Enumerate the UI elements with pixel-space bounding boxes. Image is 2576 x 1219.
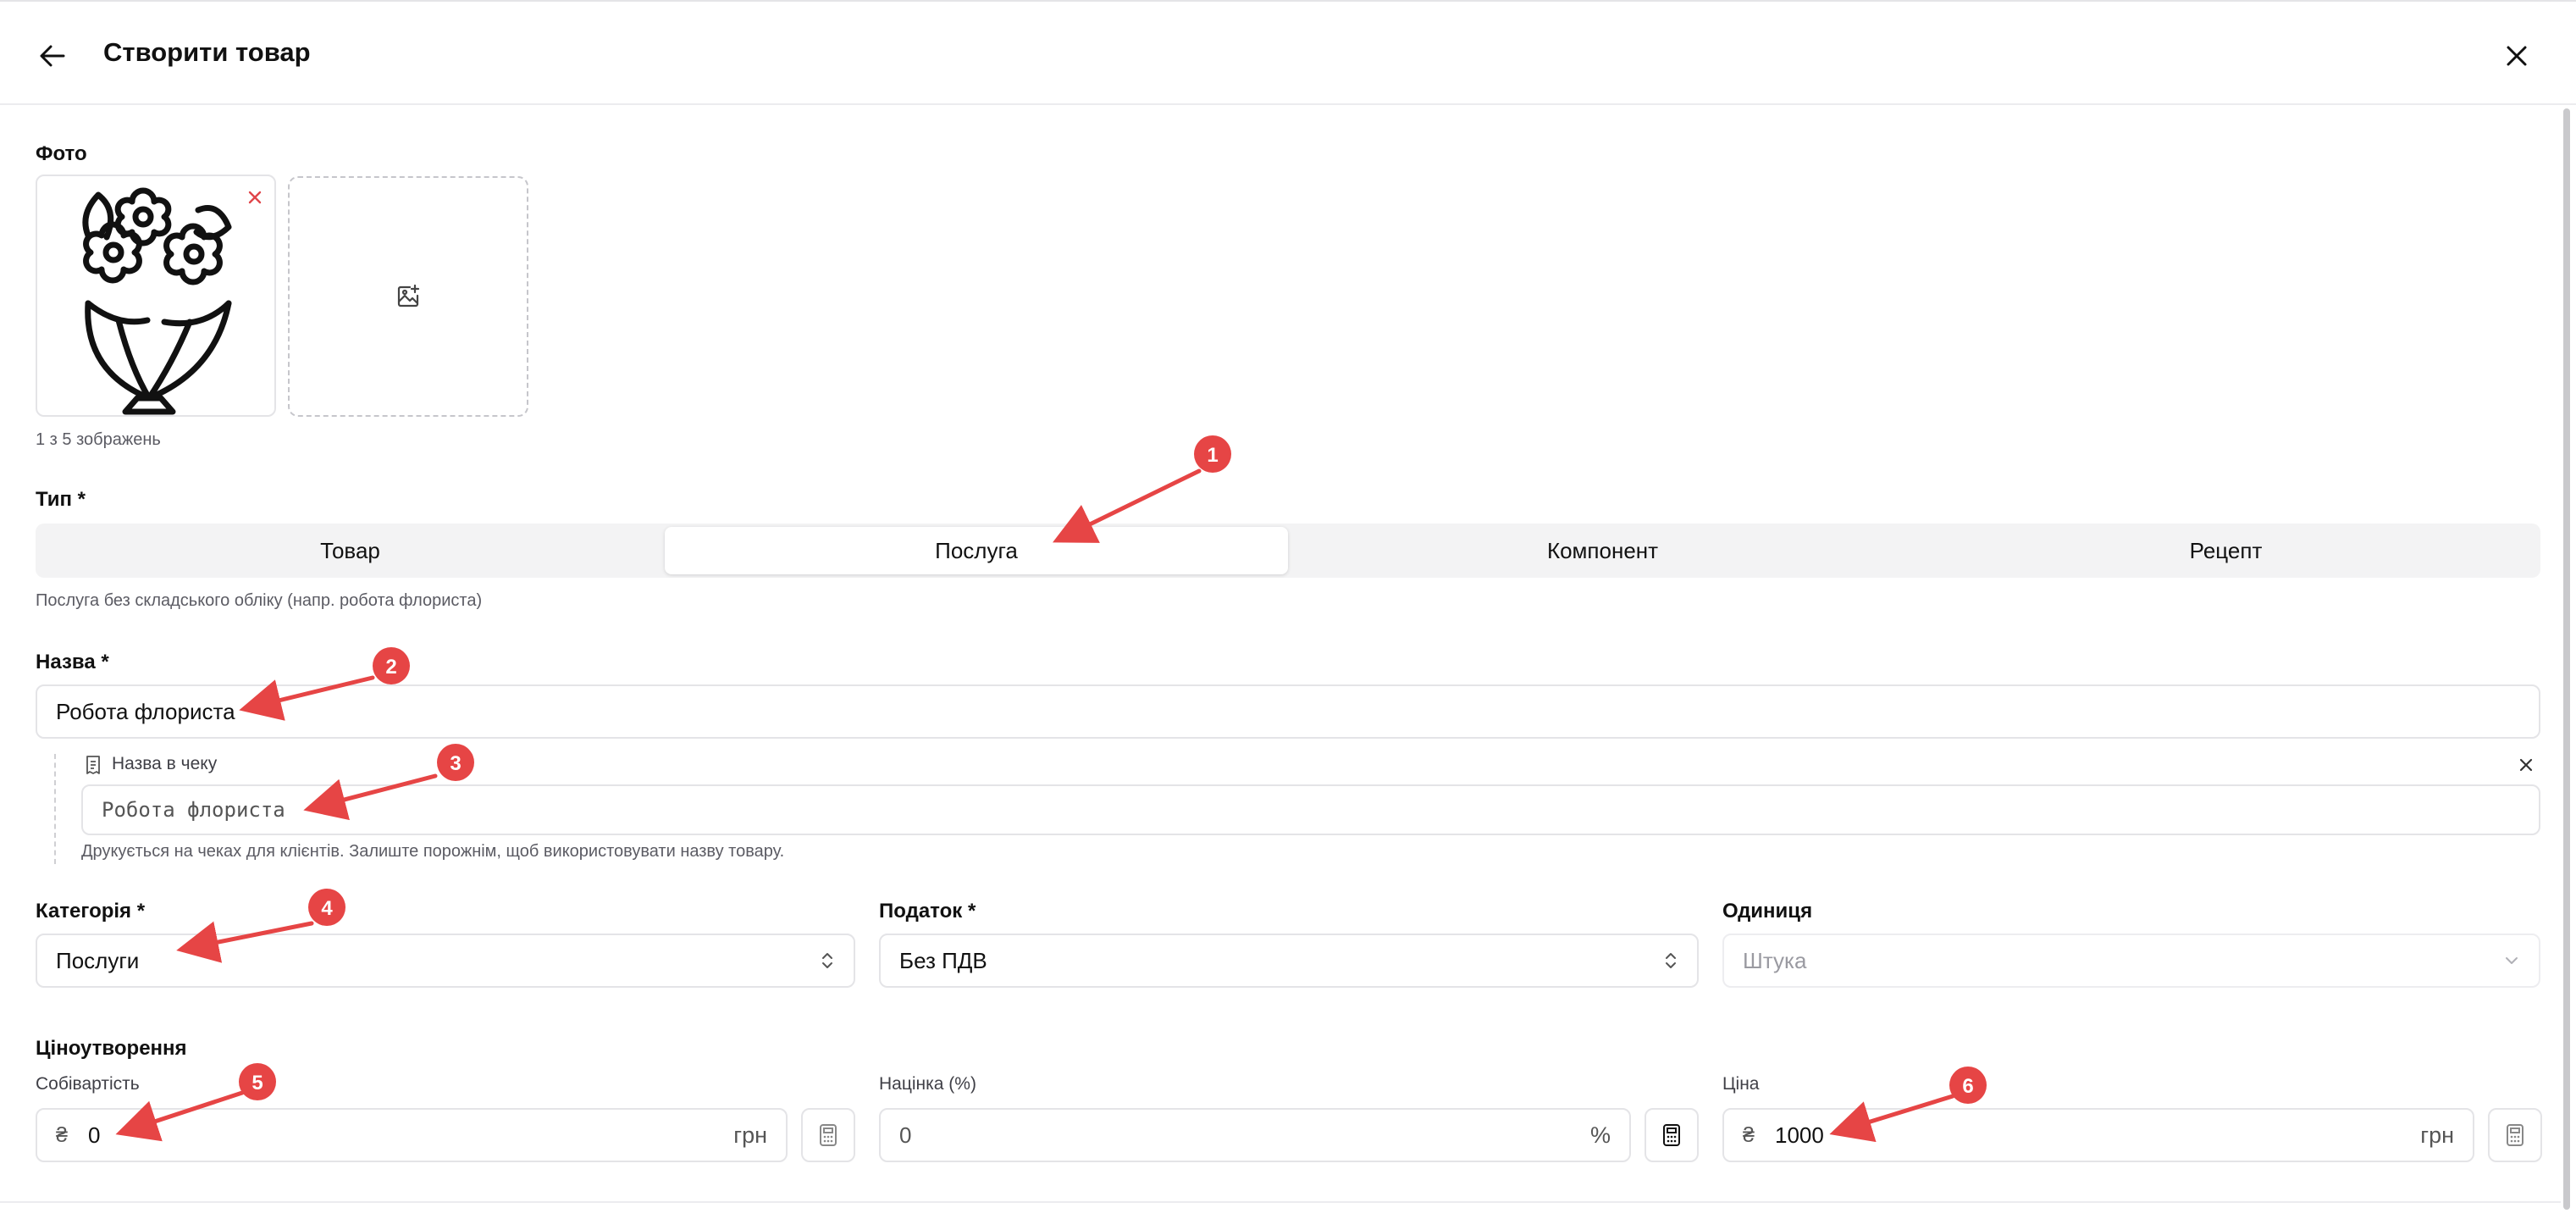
- type-segmented-control: Товар Послуга Компонент Рецепт: [36, 524, 2540, 578]
- unit-placeholder: Штука: [1743, 947, 1807, 973]
- unit-select[interactable]: Штука: [1722, 934, 2540, 988]
- category-select[interactable]: Послуги: [36, 934, 855, 988]
- annotation-badge-5: 5: [239, 1063, 276, 1100]
- svg-text:1: 1: [1207, 444, 1218, 467]
- close-button[interactable]: [2495, 36, 2539, 76]
- svg-text:6: 6: [1962, 1075, 1973, 1098]
- chevron-updown-icon: [820, 950, 835, 972]
- hryvnia-icon: ₴: [1743, 1122, 1755, 1147]
- tax-select[interactable]: Без ПДВ: [879, 934, 1699, 988]
- chevron-updown-icon: [1663, 950, 1678, 972]
- hryvnia-icon: ₴: [56, 1122, 68, 1147]
- svg-text:2: 2: [385, 656, 396, 679]
- category-label: Категорія *: [36, 900, 146, 923]
- svg-text:4: 4: [321, 897, 333, 920]
- receipt-icon: [86, 756, 100, 774]
- header-bar: Створити товар: [0, 0, 2576, 105]
- photo-label: Фото: [36, 142, 87, 165]
- price-value: 1000: [1775, 1122, 1824, 1148]
- type-label: Тип *: [36, 488, 86, 511]
- clear-receipt-name-button[interactable]: [2515, 754, 2537, 776]
- annotation-badge-4: 4: [308, 889, 345, 926]
- type-option-product[interactable]: Товар: [39, 527, 661, 574]
- type-option-component[interactable]: Компонент: [1291, 527, 1914, 574]
- page-title: Створити товар: [103, 37, 311, 67]
- annotation-badge-1: 1: [1194, 435, 1231, 473]
- close-icon: [2519, 758, 2533, 772]
- cost-value: 0: [88, 1122, 101, 1148]
- add-image-icon: [397, 284, 420, 308]
- calculator-icon: [1663, 1124, 1680, 1146]
- close-icon: [2507, 46, 2527, 66]
- name-label: Назва *: [36, 651, 109, 673]
- nested-divider: [54, 754, 56, 864]
- category-value: Послуги: [56, 947, 140, 973]
- cost-input[interactable]: ₴ 0 грн: [36, 1108, 788, 1162]
- price-input[interactable]: ₴ 1000 грн: [1722, 1108, 2474, 1162]
- price-label: Ціна: [1722, 1074, 1760, 1094]
- receipt-name-label: Назва в чеку: [112, 754, 218, 773]
- calculator-icon: [2507, 1124, 2523, 1146]
- tax-value: Без ПДВ: [899, 947, 987, 973]
- markup-unit: %: [1589, 1122, 1611, 1148]
- type-option-service[interactable]: Послуга: [665, 527, 1288, 574]
- calculator-icon: [820, 1124, 837, 1146]
- type-hint: Послуга без складського обліку (напр. ро…: [36, 591, 483, 610]
- receipt-name-value: Робота флориста: [102, 798, 285, 822]
- cost-label: Собівартість: [36, 1074, 140, 1094]
- add-photo-button[interactable]: [288, 176, 528, 417]
- cost-unit: грн: [733, 1122, 767, 1148]
- cost-calculator-button[interactable]: [801, 1108, 855, 1162]
- back-button[interactable]: [29, 36, 76, 76]
- markup-input[interactable]: 0 %: [879, 1108, 1631, 1162]
- pricing-label: Ціноутворення: [36, 1037, 187, 1060]
- markup-value: 0: [899, 1122, 912, 1148]
- annotation-badge-3: 3: [437, 744, 474, 781]
- name-input[interactable]: Робота флориста: [36, 684, 2540, 739]
- scrollbar[interactable]: [2561, 105, 2573, 1219]
- price-calculator-button[interactable]: [2488, 1108, 2542, 1162]
- scrollbar-thumb[interactable]: [2563, 108, 2570, 1210]
- bottom-divider: [0, 1201, 2561, 1203]
- markup-calculator-button[interactable]: [1645, 1108, 1699, 1162]
- receipt-name-hint: Друкується на чеках для клієнтів. Залишт…: [81, 842, 785, 861]
- close-icon: [248, 191, 262, 204]
- unit-label: Одиниця: [1722, 900, 1813, 923]
- svg-text:5: 5: [252, 1072, 263, 1094]
- photo-counter: 1 з 5 зображень: [36, 430, 161, 449]
- receipt-name-input[interactable]: Робота флориста: [81, 784, 2540, 835]
- svg-text:3: 3: [450, 752, 461, 775]
- remove-photo-button[interactable]: [244, 186, 266, 208]
- photo-thumbnail[interactable]: [36, 175, 276, 417]
- chevron-down-icon: [2503, 955, 2520, 967]
- name-value: Робота флориста: [56, 698, 235, 724]
- price-unit: грн: [2420, 1122, 2454, 1148]
- annotation-badge-2: 2: [373, 647, 410, 684]
- annotation-badge-6: 6: [1949, 1067, 1987, 1104]
- type-option-recipe[interactable]: Рецепт: [1915, 527, 2537, 574]
- bouquet-image: [82, 187, 232, 415]
- markup-label: Націнка (%): [879, 1074, 976, 1094]
- arrow-left-icon: [40, 45, 65, 67]
- tax-label: Податок *: [879, 900, 976, 923]
